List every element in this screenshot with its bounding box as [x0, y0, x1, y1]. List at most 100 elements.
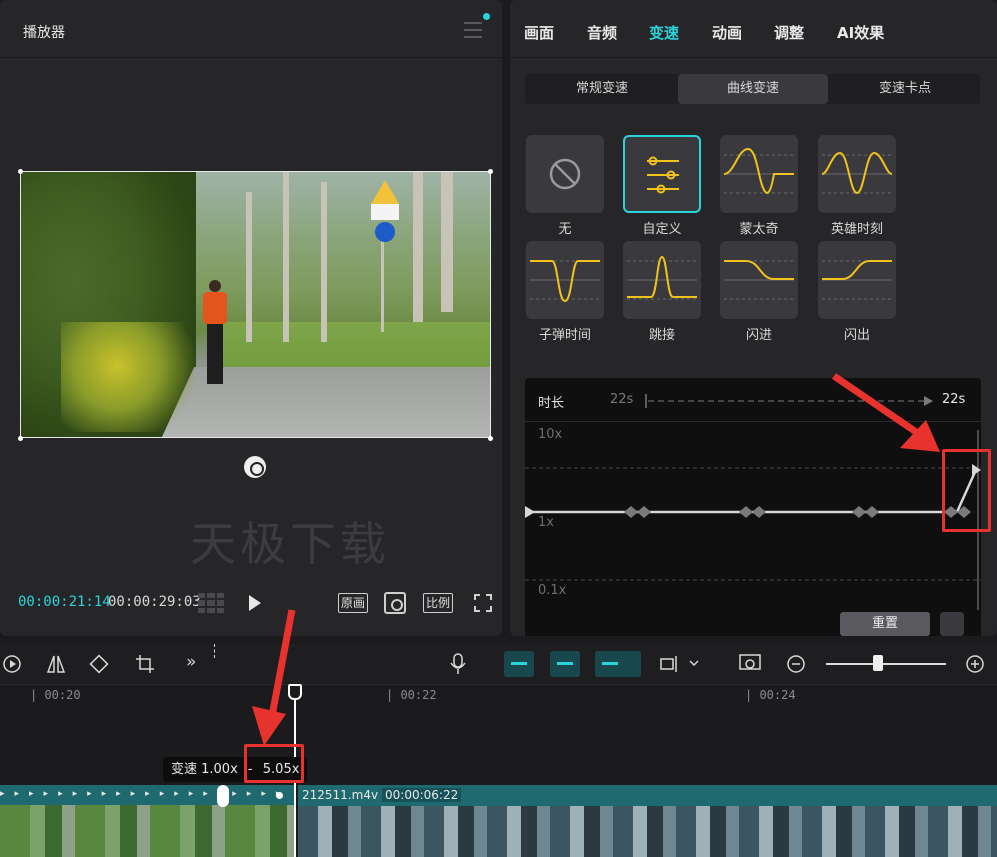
video-flowers	[61, 322, 201, 432]
preset-jump-cut[interactable]	[623, 241, 701, 319]
clip-thumbnails	[0, 805, 295, 857]
current-time: 00:00:21:14	[18, 594, 111, 610]
preset-flash-in[interactable]	[720, 241, 798, 319]
ratio-button[interactable]: 比例	[423, 593, 453, 613]
auto-snap-icon[interactable]	[504, 651, 534, 677]
video-person	[199, 280, 231, 390]
microphone-icon[interactable]	[449, 653, 467, 675]
subtab-beat-speed[interactable]: 变速卡点	[830, 74, 980, 104]
keyframe-dot[interactable]	[276, 792, 283, 799]
marker	[214, 644, 215, 658]
preset-bullet-time[interactable]	[526, 241, 604, 319]
reset-button[interactable]: 重置	[840, 612, 930, 636]
notification-dot	[483, 13, 490, 20]
tab-picture[interactable]: 画面	[524, 22, 554, 43]
video-trunk	[246, 192, 252, 342]
curve-point[interactable]	[624, 506, 651, 518]
flash-in-curve-icon	[724, 260, 794, 300]
original-button[interactable]: 原画	[338, 593, 368, 613]
subtab-normal-speed[interactable]: 常规变速	[527, 74, 677, 104]
clip-thumbnails	[298, 806, 997, 857]
divider	[510, 57, 997, 58]
preset-label: 闪进	[745, 328, 772, 343]
tab-speed[interactable]: 变速	[649, 22, 679, 43]
speed-markers: ▸▸▸▸▸▸▸▸▸▸▸▸▸▸▸▸▸▸▸▸▸▸▸▸	[0, 789, 285, 799]
preset-label: 跳接	[648, 328, 675, 343]
speed-curve-plot[interactable]	[525, 430, 981, 610]
ruler-tick: | 00:22	[386, 688, 437, 702]
crop-handle[interactable]	[18, 169, 23, 174]
montage-curve-icon	[723, 147, 794, 194]
zoom-in-icon[interactable]	[965, 654, 985, 674]
zoom-out-icon[interactable]	[786, 654, 806, 674]
preset-flash-out[interactable]	[818, 241, 896, 319]
zoom-fit-icon[interactable]	[739, 654, 761, 674]
rotate-clip-icon[interactable]	[89, 654, 109, 674]
start-marker-icon[interactable]	[525, 506, 535, 518]
preset-hero[interactable]	[818, 135, 896, 213]
custom-sliders-icon	[647, 156, 679, 194]
subtab-curve-speed[interactable]: 曲线变速	[678, 74, 828, 104]
more-tools-icon[interactable]: »	[186, 652, 196, 672]
highlight-box	[942, 449, 991, 532]
clip-name: 212511.m4v	[302, 788, 379, 802]
menu-icon[interactable]	[464, 22, 482, 38]
preset-label: 自定义	[642, 222, 682, 237]
clip-duration: 00:00:06:22	[382, 788, 462, 802]
sign-pole	[381, 232, 384, 332]
jump-cut-curve-icon	[627, 255, 697, 300]
video-trunk	[413, 172, 423, 322]
grid-icon[interactable]	[198, 593, 224, 613]
player-title: 播放器	[23, 25, 65, 41]
duration-label: 时长	[538, 396, 565, 411]
crop-handle[interactable]	[488, 436, 493, 441]
preset-label: 无	[558, 222, 572, 237]
clip-handle[interactable]	[217, 785, 229, 807]
preset-montage[interactable]	[720, 135, 798, 213]
focus-icon[interactable]	[384, 592, 406, 614]
rotate-icon[interactable]	[244, 456, 266, 478]
crop-handle[interactable]	[18, 436, 23, 441]
flash-out-curve-icon	[822, 260, 892, 300]
watermark: 天极下载	[190, 517, 390, 571]
curve-point[interactable]	[852, 506, 879, 518]
ruler-tick: | 00:20	[30, 688, 81, 702]
tab-ai-effects[interactable]: AI效果	[837, 22, 884, 43]
mirror-icon[interactable]	[46, 654, 66, 674]
highlight-box	[244, 744, 304, 783]
preview-axis-icon[interactable]	[595, 651, 641, 677]
tab-animation[interactable]: 动画	[712, 22, 742, 43]
ruler-tick: | 00:24	[745, 688, 796, 702]
preset-none[interactable]	[526, 135, 604, 213]
duration-original: 22s	[610, 392, 634, 407]
zoom-slider-knob[interactable]	[873, 655, 883, 671]
text-sign	[371, 204, 399, 220]
preset-label: 闪出	[843, 328, 870, 343]
preset-label: 英雄时刻	[830, 222, 883, 237]
zoom-slider-track[interactable]	[826, 663, 946, 665]
fullscreen-icon[interactable]	[474, 594, 492, 612]
curve-point[interactable]	[739, 506, 766, 518]
video-preview[interactable]	[20, 171, 491, 438]
annotation-arrow-icon	[252, 609, 296, 746]
blue-sign	[375, 222, 395, 242]
video-trunk	[321, 182, 327, 342]
crop-handle[interactable]	[488, 169, 493, 174]
duration-new: 22s	[942, 392, 966, 407]
split-select-icon[interactable]	[660, 655, 700, 673]
no-icon	[549, 158, 581, 190]
tab-audio[interactable]: 音频	[587, 22, 617, 43]
hero-curve-icon	[821, 151, 893, 195]
preset-custom[interactable]	[623, 135, 701, 213]
tab-adjust[interactable]: 调整	[774, 22, 804, 43]
crop-icon[interactable]	[135, 654, 155, 674]
more-button[interactable]	[940, 612, 964, 636]
preset-label: 子弹时间	[538, 328, 591, 343]
total-time: 00:00:29:03	[108, 594, 201, 610]
play-circle-icon[interactable]	[2, 654, 22, 674]
video-trunk	[441, 172, 453, 312]
preset-label: 蒙太奇	[739, 222, 779, 237]
speed-tooltip-prefix: 变速 1.00x	[171, 762, 238, 777]
annotation-arrow-icon	[832, 373, 940, 452]
linkage-icon[interactable]	[550, 651, 580, 677]
